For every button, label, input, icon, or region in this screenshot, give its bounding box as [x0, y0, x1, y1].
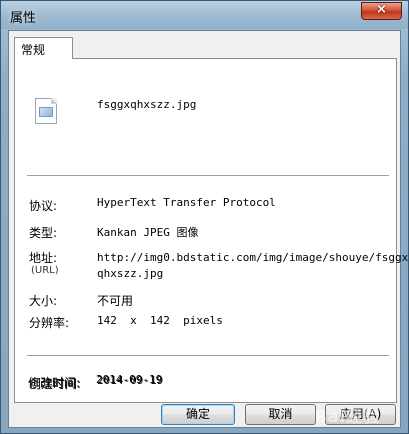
cancel-button[interactable]: 取消: [245, 404, 316, 425]
dimensions-label: 分辨率:: [29, 316, 70, 330]
protocol-value: HyperText Transfer Protocol: [97, 196, 276, 209]
divider: [27, 175, 389, 176]
address-value-line2: qhxszz.jpg: [97, 267, 164, 280]
modified-label: 修改时间:: [28, 376, 81, 390]
type-value: Kankan JPEG 图像: [97, 226, 199, 239]
title-bar[interactable]: 属性 ×: [1, 1, 408, 29]
properties-dialog: 属性 × 常规 fsggxqhxszz.jpg 协议: HyperText Tr…: [0, 0, 409, 434]
dialog-client-area: 常规 fsggxqhxszz.jpg 协议: HyperText Transfe…: [8, 30, 408, 428]
watermark-logo: Bai经验: [314, 407, 380, 426]
protocol-label: 协议:: [29, 199, 58, 213]
close-button[interactable]: ×: [361, 2, 402, 20]
tab-general-label: 常规: [21, 43, 46, 57]
address-url-sublabel: (URL): [31, 265, 59, 276]
close-icon: ×: [376, 2, 387, 17]
size-label: 大小:: [29, 294, 58, 308]
size-value: 不可用: [97, 294, 134, 308]
jpeg-image-file-icon: [35, 98, 57, 124]
tab-general[interactable]: 常规: [14, 37, 73, 59]
window-title: 属性: [10, 11, 37, 26]
address-value-line1: http://img0.bdstatic.com/img/image/shouy…: [97, 251, 409, 264]
dimensions-value: 142 x 142 pixels: [97, 314, 223, 327]
modified-value: 2014-09-19: [96, 373, 163, 386]
ok-button[interactable]: 确定: [161, 404, 235, 425]
divider: [27, 355, 389, 356]
file-name: fsggxqhxszz.jpg: [97, 98, 197, 111]
address-label: 地址:: [29, 251, 58, 265]
general-tab-panel: fsggxqhxszz.jpg 协议: HyperText Transfer P…: [14, 58, 408, 403]
type-label: 类型:: [29, 226, 58, 240]
